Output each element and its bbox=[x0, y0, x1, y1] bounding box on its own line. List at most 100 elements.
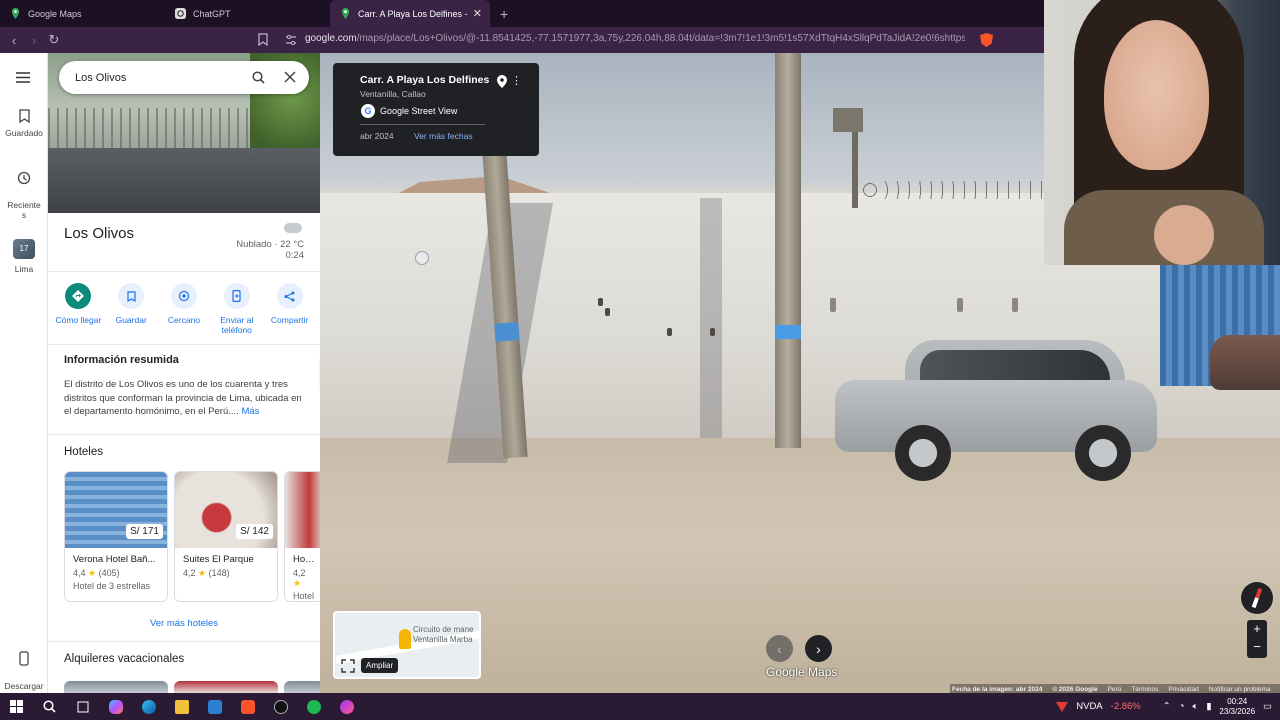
rail-lima[interactable]: 17 Lima bbox=[0, 239, 48, 274]
hotels-heading: Hoteles bbox=[64, 446, 103, 458]
footer-terms[interactable]: Términos bbox=[1131, 686, 1158, 693]
send-to-phone-button[interactable]: Enviar al teléfono bbox=[210, 283, 263, 335]
clock[interactable]: 00:24 23/3/2026 bbox=[1219, 697, 1255, 717]
hotel-card[interactable]: Hotel W 4,2 ★ Hotel c bbox=[284, 471, 320, 602]
microphone-icon[interactable]: ▮ bbox=[1206, 701, 1211, 712]
tab-chatgpt[interactable]: ChatGPT bbox=[165, 0, 330, 27]
footer-country[interactable]: Perú bbox=[1108, 686, 1122, 693]
compass-icon[interactable] bbox=[1241, 582, 1273, 614]
volume-icon[interactable]: 🔈︎ bbox=[1192, 701, 1198, 712]
maps-pin-icon bbox=[341, 8, 350, 19]
hotel-type: Hotel de 3 estrellas bbox=[73, 581, 151, 591]
rail-download-app[interactable]: Descargar aplicación bbox=[0, 641, 48, 701]
footer-privacy[interactable]: Privacidad bbox=[1168, 686, 1198, 693]
zoom-out-button[interactable]: − bbox=[1247, 638, 1267, 656]
wall-mark bbox=[957, 298, 963, 312]
site-settings-icon[interactable] bbox=[285, 34, 297, 46]
webcam-person-hand bbox=[1154, 205, 1214, 265]
back-icon[interactable]: ‹ bbox=[4, 33, 24, 48]
hotel-card[interactable]: S/ 171 Verona Hotel Bañ... 4,4 ★ (405) H… bbox=[64, 471, 168, 602]
menu-icon[interactable] bbox=[16, 72, 30, 83]
search-icon bbox=[43, 700, 56, 713]
edge-icon bbox=[141, 699, 156, 714]
close-icon[interactable] bbox=[284, 71, 296, 83]
action-label: Compartir bbox=[270, 315, 309, 325]
copilot-button[interactable] bbox=[99, 693, 132, 720]
nearby-button[interactable]: Cercano bbox=[158, 283, 211, 335]
folder-icon bbox=[174, 699, 189, 714]
rental-card[interactable] bbox=[284, 681, 320, 693]
close-tab-icon[interactable]: ✕ bbox=[473, 7, 482, 20]
divider bbox=[48, 434, 320, 435]
location-pin-icon[interactable] bbox=[497, 75, 507, 88]
action-label: Enviar al teléfono bbox=[220, 315, 254, 335]
brave-button[interactable] bbox=[231, 693, 264, 720]
action-label: Guardar bbox=[115, 315, 147, 325]
hotel-rating: 4,2 ★ bbox=[285, 565, 320, 589]
hotel-type bbox=[175, 579, 277, 581]
minimap[interactable]: Circuito de mane Ventanilla Marba Amplia… bbox=[333, 611, 481, 679]
previous-image-button[interactable]: ‹ bbox=[766, 635, 793, 662]
place-title: Los Olivos bbox=[64, 225, 135, 242]
new-tab-button[interactable]: + bbox=[500, 6, 508, 22]
edge-button[interactable] bbox=[132, 693, 165, 720]
more-options-icon[interactable]: ⋮ bbox=[511, 74, 522, 87]
url-field[interactable]: google.com/maps/place/Los+Olivos/@-11.85… bbox=[305, 33, 965, 44]
wifi-icon[interactable]: ◔ bbox=[1179, 701, 1185, 712]
more-hotels-link[interactable]: Ver más hoteles bbox=[48, 618, 320, 629]
sv-source: G Google Street View bbox=[361, 104, 457, 118]
chatgpt-app-button[interactable] bbox=[264, 693, 297, 720]
start-button[interactable] bbox=[0, 693, 33, 720]
google-maps-logo: Google Maps bbox=[766, 665, 838, 679]
rail-lima-label: Lima bbox=[14, 264, 34, 274]
tab-google-maps[interactable]: Google Maps bbox=[0, 0, 165, 27]
nearby-icon bbox=[178, 290, 190, 302]
forward-icon[interactable]: › bbox=[24, 33, 44, 48]
bookmark-icon[interactable] bbox=[258, 33, 268, 46]
messenger-button[interactable] bbox=[330, 693, 363, 720]
star-icon: ★ bbox=[88, 568, 97, 578]
tray-chevron-icon[interactable]: ⌃ bbox=[1163, 701, 1171, 712]
url-path: /maps/place/Los+Olivos/@-11.8541425,-77.… bbox=[356, 33, 965, 44]
hotel-price: S/ 171 bbox=[126, 524, 163, 539]
rental-card[interactable] bbox=[174, 681, 278, 693]
rail-recent[interactable]: Reciente s bbox=[0, 161, 48, 220]
store-icon bbox=[207, 699, 222, 714]
tab-street-view[interactable]: Carr. A Playa Los Delfines - Goog ✕ bbox=[330, 0, 490, 27]
windows-icon bbox=[10, 700, 23, 713]
clock-time: 00:24 bbox=[1227, 696, 1248, 706]
rail-saved[interactable]: Guardado bbox=[0, 109, 48, 138]
save-button[interactable]: Guardar bbox=[105, 283, 158, 335]
notifications-icon[interactable]: ▭ bbox=[1263, 701, 1272, 712]
wall-mark bbox=[605, 308, 610, 316]
brave-shield-icon[interactable] bbox=[980, 33, 993, 47]
review-count: (148) bbox=[208, 568, 230, 578]
hotel-card[interactable]: S/ 142 Suites El Parque 4,2 ★ (148) bbox=[174, 471, 278, 602]
divider bbox=[48, 344, 320, 345]
place-marker-icon[interactable] bbox=[415, 251, 429, 265]
footer-report[interactable]: Notificar un problema bbox=[1209, 686, 1271, 693]
expand-icon[interactable] bbox=[341, 659, 355, 673]
store-button[interactable] bbox=[198, 693, 231, 720]
task-view-button[interactable] bbox=[66, 693, 99, 720]
summary-more-link[interactable]: Más bbox=[241, 406, 259, 417]
pole-stripe bbox=[494, 322, 520, 342]
zoom-in-button[interactable]: + bbox=[1247, 620, 1267, 638]
zoom-controls: + − bbox=[1247, 620, 1267, 658]
spotify-button[interactable] bbox=[297, 693, 330, 720]
copilot-icon bbox=[108, 699, 123, 714]
clock-date: 23/3/2026 bbox=[1219, 706, 1256, 716]
rental-card[interactable] bbox=[64, 681, 168, 693]
tab-label: Google Maps bbox=[28, 8, 82, 19]
reload-icon[interactable]: ↻ bbox=[44, 32, 64, 48]
next-image-button[interactable]: › bbox=[805, 635, 832, 662]
search-input[interactable]: Los Olivos bbox=[59, 61, 309, 94]
more-dates-link[interactable]: Ver más fechas bbox=[414, 131, 473, 141]
search-icon[interactable] bbox=[252, 71, 265, 84]
stock-ticker[interactable]: NVDA bbox=[1076, 701, 1102, 712]
directions-button[interactable]: Cómo llegar bbox=[52, 283, 105, 335]
share-button[interactable]: Compartir bbox=[263, 283, 316, 335]
file-explorer-button[interactable] bbox=[165, 693, 198, 720]
url-host: google.com bbox=[305, 33, 357, 44]
taskbar-search-button[interactable] bbox=[33, 693, 66, 720]
